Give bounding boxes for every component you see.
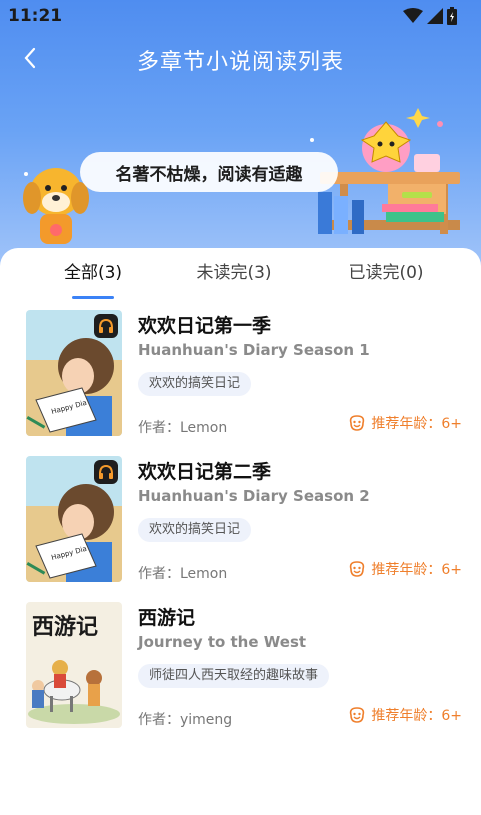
wifi-icon <box>403 8 423 23</box>
book-tag: 欢欢的搞笑日记 <box>138 372 252 396</box>
status-bar: 11:21 <box>0 0 481 32</box>
recommended-age-label: 推荐年龄：6+ <box>371 416 462 432</box>
book-author: 作者：yimeng <box>138 712 233 728</box>
recommended-age: 推荐年龄：6+ <box>347 705 462 725</box>
smile-face-icon <box>350 707 365 723</box>
filter-tabs: 全部(3) 未读完(3) 已读完(0) <box>0 258 481 299</box>
book-subtitle: Huanhuan's Diary Season 2 <box>138 487 370 505</box>
cover-title-text: 西游记 <box>32 614 98 640</box>
tab-finished[interactable]: 已读完(0) <box>316 258 456 283</box>
tab-all[interactable]: 全部(3) <box>23 258 163 283</box>
book-title: 西游记 <box>138 607 196 629</box>
cover-illustration: 西游记 <box>26 602 122 728</box>
headphones-icon <box>99 465 113 479</box>
smile-face-icon <box>350 415 365 431</box>
book-title: 欢欢日记第一季 <box>138 315 272 337</box>
recommended-age: 推荐年龄：6+ <box>347 559 462 579</box>
audio-badge <box>94 460 118 484</box>
book-item[interactable]: Happy Dia 欢欢日记第一季 Huanhuan's Diary Seaso… <box>26 310 462 438</box>
signal-icon <box>427 8 443 24</box>
book-item[interactable]: 西游记 西游记 Journey to the West 师徒四人西天取经的趣味故… <box>26 602 462 730</box>
book-tag: 欢欢的搞笑日记 <box>138 518 252 542</box>
recommended-age-label: 推荐年龄：6+ <box>371 708 462 724</box>
book-tag: 师徒四人西天取经的趣味故事 <box>138 664 330 688</box>
book-cover[interactable]: Happy Dia <box>26 456 122 582</box>
recommended-age: 推荐年龄：6+ <box>347 413 462 433</box>
book-title: 欢欢日记第二季 <box>138 461 272 483</box>
book-cover[interactable]: 西游记 <box>26 602 122 728</box>
book-subtitle: Huanhuan's Diary Season 1 <box>138 341 370 359</box>
page-title: 多章节小说阅读列表 <box>136 50 344 75</box>
book-cover[interactable]: Happy Dia <box>26 310 122 436</box>
headphones-icon <box>99 319 113 333</box>
status-icons <box>403 6 457 26</box>
book-list-panel: 全部(3) 未读完(3) 已读完(0) Happy Dia 欢欢日记第一季 Hu… <box>0 248 481 815</box>
book-author: 作者：Lemon <box>138 566 228 582</box>
audio-badge <box>94 314 118 338</box>
book-item[interactable]: Happy Dia 欢欢日记第二季 Huanhuan's Diary Seaso… <box>26 456 462 584</box>
book-author: 作者：Lemon <box>138 420 228 436</box>
battery-icon <box>447 7 457 25</box>
active-tab-indicator <box>72 296 114 299</box>
tab-unfinished[interactable]: 未读完(3) <box>164 258 304 283</box>
slogan-bubble: 名著不枯燥，阅读有适趣 <box>80 152 338 192</box>
smile-face-icon <box>350 561 365 577</box>
recommended-age-label: 推荐年龄：6+ <box>371 562 462 578</box>
book-subtitle: Journey to the West <box>138 633 307 651</box>
status-time: 11:21 <box>8 6 63 26</box>
